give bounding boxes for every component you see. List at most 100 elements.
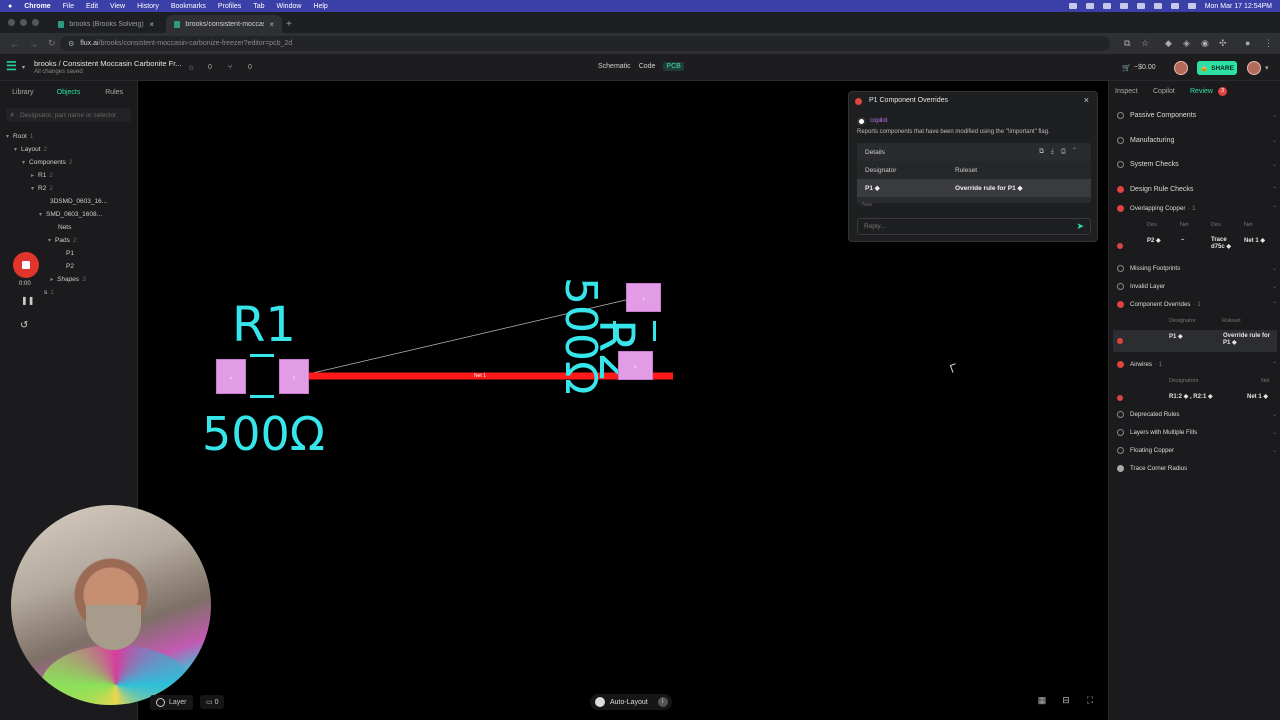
tab-library[interactable]: Library bbox=[0, 89, 46, 96]
tab-inspect[interactable]: Inspect bbox=[1115, 88, 1138, 95]
check-passive-components[interactable]: Passive Components ⌄ bbox=[1117, 112, 1277, 119]
r2-value[interactable]: 500Ω bbox=[555, 277, 606, 395]
credit-balance[interactable]: ~$0.00 bbox=[1134, 64, 1156, 71]
tree-item-root[interactable]: ▾ Root 1 bbox=[6, 133, 33, 140]
status-icon[interactable] bbox=[1068, 3, 1077, 9]
check-deprecated-rules[interactable]: Deprecated Rules ⌄ bbox=[1117, 411, 1277, 418]
menu-history[interactable]: History bbox=[137, 3, 159, 10]
tab-objects[interactable]: Objects bbox=[46, 89, 92, 96]
control-center-icon[interactable] bbox=[1187, 3, 1196, 9]
check-missing-footprints[interactable]: Missing Footprints ⌄ bbox=[1117, 265, 1277, 272]
menu-window[interactable]: Window bbox=[277, 3, 302, 10]
browser-tab[interactable]: brooks (Brooks Solveig) - Flux × bbox=[50, 15, 162, 33]
check-invalid-layer[interactable]: Invalid Layer ⌄ bbox=[1117, 283, 1277, 290]
tree-item-layout[interactable]: ▾ Layout 2 bbox=[14, 146, 47, 153]
comment-author[interactable]: copilot bbox=[870, 118, 887, 124]
tree-item-shapes[interactable]: ▸ Shapes 3 bbox=[50, 276, 86, 283]
menubar-clock[interactable]: Mon Mar 17 12:54PM bbox=[1205, 3, 1272, 10]
flux-logo-icon[interactable]: ☰ bbox=[6, 59, 20, 73]
comments-button[interactable]: ▭ 0 bbox=[200, 695, 225, 709]
tree-item-r2[interactable]: ▾ R2 2 bbox=[31, 185, 53, 192]
reply-input[interactable]: Reply... ➤ bbox=[857, 218, 1091, 235]
extension-icon[interactable]: ◈ bbox=[1183, 38, 1190, 49]
tab-copilot[interactable]: Copilot bbox=[1153, 88, 1175, 95]
table-row[interactable]: P2 ◆ – Trace d75c ◆ Net 1 ◆ bbox=[1113, 237, 1277, 257]
print-icon[interactable]: ⎙ bbox=[1061, 148, 1073, 155]
window-minimize-button[interactable] bbox=[20, 19, 27, 26]
user-menu-chevron-icon[interactable]: ▾ bbox=[1265, 64, 1269, 72]
object-search-input[interactable]: ⌕ Designator, part name or selector bbox=[6, 108, 131, 122]
site-info-icon[interactable]: ⚙ bbox=[68, 40, 74, 48]
check-manufacturing[interactable]: Manufacturing ⌄ bbox=[1117, 137, 1277, 144]
table-row[interactable]: P1 ◆ Override rule for P1 ◆ bbox=[857, 179, 1091, 197]
menu-app-name[interactable]: Chrome bbox=[24, 3, 50, 10]
close-tab-icon[interactable]: × bbox=[149, 20, 154, 29]
search-icon[interactable] bbox=[1170, 3, 1179, 9]
info-icon[interactable]: i bbox=[657, 697, 668, 707]
address-bar[interactable]: ⚙ flux.ai/brooks/consistent-moccasin-car… bbox=[60, 36, 1110, 51]
tree-item-s[interactable]: s1 bbox=[44, 289, 54, 296]
restart-icon[interactable]: ↺ bbox=[20, 320, 28, 331]
bookmark-star-icon[interactable]: ☆ bbox=[1141, 38, 1149, 49]
tree-item-footprint[interactable]: ▾ SMD_0603_1608... bbox=[39, 211, 102, 218]
menu-file[interactable]: File bbox=[63, 3, 74, 10]
r1-value[interactable]: 500Ω bbox=[202, 411, 325, 457]
view-2d-icon[interactable]: ⊟ bbox=[1058, 695, 1074, 709]
layer-button[interactable]: Layer bbox=[150, 695, 193, 710]
mode-code[interactable]: Code bbox=[639, 63, 656, 71]
r2-pad-2[interactable]: 2 bbox=[618, 351, 653, 380]
tab-rules[interactable]: Rules bbox=[91, 89, 137, 96]
user-avatar[interactable] bbox=[1247, 61, 1261, 75]
chevron-up-icon[interactable]: ⌃ bbox=[1073, 148, 1083, 155]
auto-layout-button[interactable]: Auto-Layout i bbox=[590, 694, 672, 710]
menu-view[interactable]: View bbox=[110, 3, 125, 10]
tree-item-r1[interactable]: ▸ R1 2 bbox=[31, 172, 53, 179]
check-design-rule-checks[interactable]: Design Rule Checks ⌃ bbox=[1117, 186, 1277, 193]
battery-icon[interactable] bbox=[1153, 3, 1162, 9]
tree-item-nets[interactable]: Nets bbox=[58, 224, 71, 231]
fork-icon[interactable]: ⑂ bbox=[228, 64, 232, 71]
details-header[interactable]: Details ⧉⤓⎙⌃ bbox=[857, 143, 1091, 161]
check-airwires[interactable]: Airwires · 1 ⌃ bbox=[1117, 361, 1277, 368]
check-layers-multiple-fills[interactable]: Layers with Multiple Fills ⌄ bbox=[1117, 429, 1277, 436]
tree-item-p2[interactable]: P2 bbox=[66, 263, 74, 270]
row-ruleset[interactable]: Override rule for P1 ◆ bbox=[955, 184, 1023, 192]
wifi-icon[interactable] bbox=[1136, 3, 1145, 9]
window-close-button[interactable] bbox=[8, 19, 15, 26]
install-app-icon[interactable]: ⧉ bbox=[1124, 38, 1130, 49]
fit-view-icon[interactable]: ⛶ bbox=[1082, 695, 1098, 709]
menu-tab[interactable]: Tab bbox=[253, 3, 264, 10]
back-icon[interactable]: ← bbox=[10, 39, 19, 49]
extension-icon[interactable]: ◉ bbox=[1201, 38, 1209, 49]
forward-icon[interactable]: → bbox=[29, 39, 38, 49]
check-component-overrides[interactable]: Component Overrides · 1 ⌃ bbox=[1117, 301, 1277, 308]
check-floating-copper[interactable]: Floating Copper ⌄ bbox=[1117, 447, 1277, 454]
check-overlapping-copper[interactable]: Overlapping Copper · 1 ⌃ bbox=[1117, 205, 1277, 212]
reload-icon[interactable]: ↻ bbox=[48, 38, 56, 49]
menu-edit[interactable]: Edit bbox=[86, 3, 98, 10]
pause-icon[interactable]: ❚❚ bbox=[21, 296, 34, 305]
profile-icon[interactable]: ● bbox=[1245, 38, 1250, 48]
menu-help[interactable]: Help bbox=[313, 3, 327, 10]
project-title[interactable]: brooks / Consistent Moccasin Carbonite F… bbox=[34, 59, 182, 68]
star-icon[interactable]: ☆ bbox=[188, 64, 194, 72]
apple-icon[interactable]: ● bbox=[8, 3, 12, 10]
table-row-selected[interactable]: P1 ◆ Override rule for P1 ◆ bbox=[1113, 330, 1277, 352]
window-zoom-button[interactable] bbox=[32, 19, 39, 26]
tree-item-pads[interactable]: ▾ Pads 2 bbox=[48, 237, 76, 244]
r1-pad-2[interactable]: 2 bbox=[279, 359, 309, 394]
status-icon[interactable] bbox=[1102, 3, 1111, 9]
menu-bookmarks[interactable]: Bookmarks bbox=[171, 3, 206, 10]
new-tab-icon[interactable]: + bbox=[286, 19, 292, 30]
status-icon[interactable] bbox=[1085, 3, 1094, 9]
close-tab-icon[interactable]: × bbox=[269, 20, 274, 29]
tree-item-3d-model[interactable]: 3DSMD_0603_16... bbox=[50, 198, 107, 205]
r2-pad-1[interactable]: 1 bbox=[626, 283, 661, 312]
mode-pcb[interactable]: PCB bbox=[663, 62, 684, 71]
extension-icon[interactable]: ◆ bbox=[1165, 38, 1172, 49]
extensions-puzzle-icon[interactable]: ✣ bbox=[1219, 38, 1227, 49]
tree-item-p1[interactable]: P1 bbox=[66, 250, 74, 257]
r1-designator[interactable]: R1 bbox=[232, 301, 296, 349]
check-trace-corner-radius[interactable]: Trace Corner Radius bbox=[1117, 465, 1277, 472]
tab-review[interactable]: Review bbox=[1190, 88, 1213, 95]
